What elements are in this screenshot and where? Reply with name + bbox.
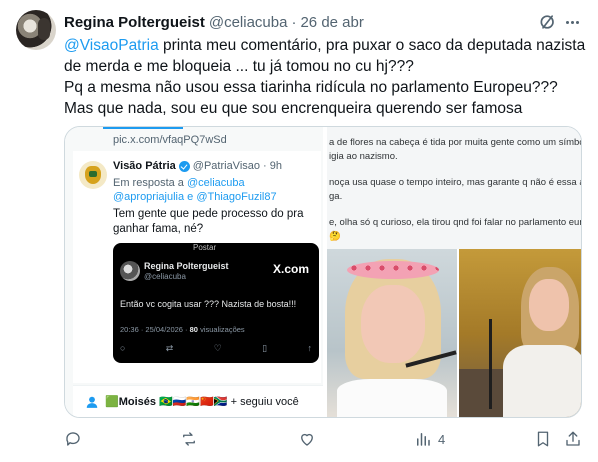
views-chart-icon xyxy=(417,433,430,446)
card-handle: @celiacuba xyxy=(144,272,186,281)
heart-icon xyxy=(301,433,313,446)
quoted-time: · 9h xyxy=(263,160,282,172)
card-actions: ○ ⇄ ♡ ▯ ↑ xyxy=(120,343,312,354)
follow-suffix: + seguiu você xyxy=(227,396,299,408)
bookmark-button[interactable] xyxy=(534,428,552,450)
card-meta-suffix: visualizações xyxy=(197,325,245,334)
author-handle[interactable]: @celiacuba xyxy=(209,14,288,31)
tweet-line-2: de merda e me bloqueia ... tu já tomou n… xyxy=(64,58,414,75)
card-repost-icon: ⇄ xyxy=(165,343,174,353)
card-brand: X.com xyxy=(273,262,310,276)
card-text: Então vc cogita usar ??? Nazista de bost… xyxy=(120,299,297,309)
tweet-date[interactable]: 26 de abr xyxy=(300,14,363,31)
repost-button[interactable] xyxy=(180,428,198,450)
media-image-left[interactable]: pic.x.com/vfaqPQ7wSd Visão Pátria @Patri… xyxy=(65,127,323,417)
verified-badge-icon xyxy=(178,160,190,172)
follow-text: 🟩Moisés 🇧🇷🇷🇺🇮🇳🇨🇳🇿🇦 + seguiu você xyxy=(105,395,299,408)
screenshot-line: 🤔 xyxy=(329,231,341,242)
follower-name: 🟩Moisés 🇧🇷🇷🇺🇮🇳🇨🇳🇿🇦 xyxy=(105,396,228,408)
quoted-header: Visão Pátria @PatriaVisao · 9h xyxy=(113,160,282,172)
card-meta: 20:36 · 25/04/2026 · 80 visualizações xyxy=(120,325,245,334)
author-avatar[interactable] xyxy=(16,10,56,50)
tweet-line-1-text: printa meu comentário, pra puxar o saco … xyxy=(158,37,586,54)
tweet-line-3: Pq a mesma não usou essa tiarinha ridícu… xyxy=(64,79,558,96)
photo-woman-parliament xyxy=(459,249,581,417)
screenshot-line: ga. xyxy=(329,191,343,202)
reply-button[interactable] xyxy=(64,428,82,450)
quoted-handle: @PatriaVisao xyxy=(192,160,261,172)
card-name: Regina Poltergueist xyxy=(144,261,229,271)
tweet-actions: 4 xyxy=(64,428,584,450)
tweet[interactable]: Regina Poltergueist @celiacuba · 26 de a… xyxy=(0,0,598,462)
reply-prefix: Em resposta a xyxy=(113,177,187,189)
screenshot-text-block: a de flores na cabeça é tida por muita g… xyxy=(327,127,582,249)
card-top-label: Postar xyxy=(193,243,217,252)
grok-icon[interactable] xyxy=(538,12,558,32)
tweet-line-4: Mas que nada, sou eu que sou encrenqueir… xyxy=(64,100,523,117)
more-options-icon[interactable] xyxy=(562,12,582,32)
author-name[interactable]: Regina Poltergueist xyxy=(64,14,205,31)
pic-url: pic.x.com/vfaqPQ7wSd xyxy=(113,134,227,146)
quoted-avatar xyxy=(79,161,107,189)
reply-icon xyxy=(66,432,80,446)
card-like-icon: ♡ xyxy=(213,343,222,353)
bookmark-icon xyxy=(537,431,549,447)
views-button[interactable]: 4 xyxy=(414,428,445,450)
repost-icon xyxy=(183,432,195,446)
media-image-right[interactable]: a de flores na cabeça é tida por muita g… xyxy=(325,127,582,417)
card-meta-prefix: 20:36 · 25/04/2026 · xyxy=(120,325,190,334)
card-bookmark-icon: ▯ xyxy=(262,343,268,353)
tweet-header: Regina Poltergueist @celiacuba · 26 de a… xyxy=(64,11,364,33)
photo-woman-flower-crown xyxy=(327,249,457,417)
quoted-screenshot: Visão Pátria @PatriaVisao · 9h Em respos… xyxy=(73,151,321,402)
embedded-post-image: Postar Regina Poltergueist @celiacuba X.… xyxy=(113,243,319,363)
mention-link[interactable]: @VisaoPatria xyxy=(64,37,159,54)
screenshot-line: e, olha só q curioso, ela tirou qnd foi … xyxy=(329,217,582,228)
user-icon xyxy=(86,396,98,408)
header-separator: · xyxy=(291,13,297,31)
follow-notification: 🟩Moisés 🇧🇷🇷🇺🇮🇳🇨🇳🇿🇦 + seguiu você xyxy=(73,385,323,417)
tweet-line-1: @VisaoPatria printa meu comentário, pra … xyxy=(64,35,586,56)
quoted-name: Visão Pátria xyxy=(113,160,176,172)
screenshot-line: noça usa quase o tempo inteiro, mas gara… xyxy=(329,177,582,188)
views-count: 4 xyxy=(438,431,446,447)
quoted-body: Tem gente que pede processo do pra ganha… xyxy=(113,208,304,235)
card-reply-icon: ○ xyxy=(120,343,126,353)
quoted-reply-to: Em resposta a @celiacuba @apropriajulia … xyxy=(113,176,313,204)
card-share-icon: ↑ xyxy=(307,343,312,353)
share-icon xyxy=(566,431,580,446)
link-underline xyxy=(103,127,183,129)
card-avatar xyxy=(120,261,140,281)
share-button[interactable] xyxy=(564,428,582,450)
card-views: 80 xyxy=(189,325,198,334)
media-grid: pic.x.com/vfaqPQ7wSd Visão Pátria @Patri… xyxy=(64,126,582,418)
like-button[interactable] xyxy=(298,428,316,450)
tweet-text: @VisaoPatria printa meu comentário, pra … xyxy=(64,35,586,119)
screenshot-line: igia ao nazismo. xyxy=(329,151,398,162)
screenshot-line: a de flores na cabeça é tida por muita g… xyxy=(329,137,582,148)
